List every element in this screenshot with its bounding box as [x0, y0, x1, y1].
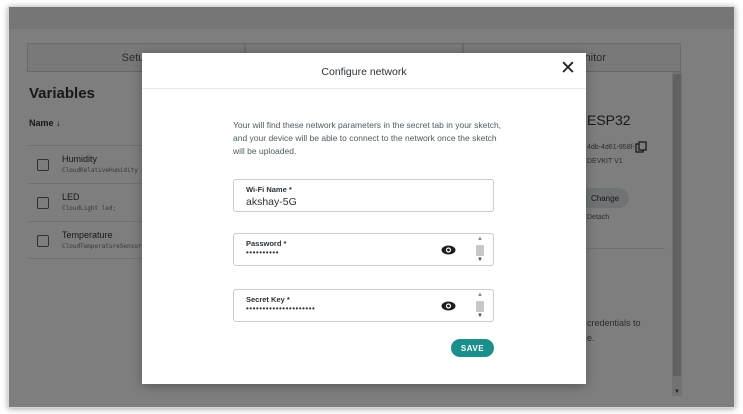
dialog-description: Your will find these network parameters … — [233, 120, 502, 156]
app-frame: Setup Sketch Serial Monitor Variables Na… — [8, 6, 735, 408]
dialog-header: Configure network ✕ — [142, 53, 586, 89]
spinner-up-icon[interactable]: ▲ — [477, 236, 483, 242]
spinner-thumb[interactable] — [476, 301, 484, 312]
wifi-name-label: Wi-Fi Name * — [246, 185, 292, 194]
secret-key-spinner[interactable]: ▲ ▼ — [474, 292, 486, 321]
secret-key-label: Secret Key * — [246, 295, 290, 304]
save-button[interactable]: SAVE — [451, 339, 494, 357]
spinner-down-icon[interactable]: ▼ — [477, 313, 483, 319]
dialog-title: Configure network — [321, 66, 407, 78]
spinner-up-icon[interactable]: ▲ — [477, 292, 483, 298]
password-input[interactable]: •••••••••• — [246, 248, 279, 257]
password-spinner[interactable]: ▲ ▼ — [474, 236, 486, 265]
spinner-down-icon[interactable]: ▼ — [477, 257, 483, 263]
secret-key-field[interactable]: Secret Key * ••••••••••••••••••••• ▲ ▼ — [233, 289, 494, 322]
wifi-name-field[interactable]: Wi-Fi Name * akshay-5G — [233, 179, 494, 212]
secret-key-input[interactable]: ••••••••••••••••••••• — [246, 304, 315, 313]
eye-icon[interactable] — [441, 245, 456, 255]
spinner-thumb[interactable] — [476, 245, 484, 256]
password-field[interactable]: Password * •••••••••• ▲ ▼ — [233, 233, 494, 266]
wifi-name-input[interactable]: akshay-5G — [246, 196, 297, 208]
configure-network-dialog: Configure network ✕ Your will find these… — [142, 53, 586, 384]
close-icon[interactable]: ✕ — [560, 59, 576, 79]
password-label: Password * — [246, 239, 287, 248]
eye-icon[interactable] — [441, 301, 456, 311]
